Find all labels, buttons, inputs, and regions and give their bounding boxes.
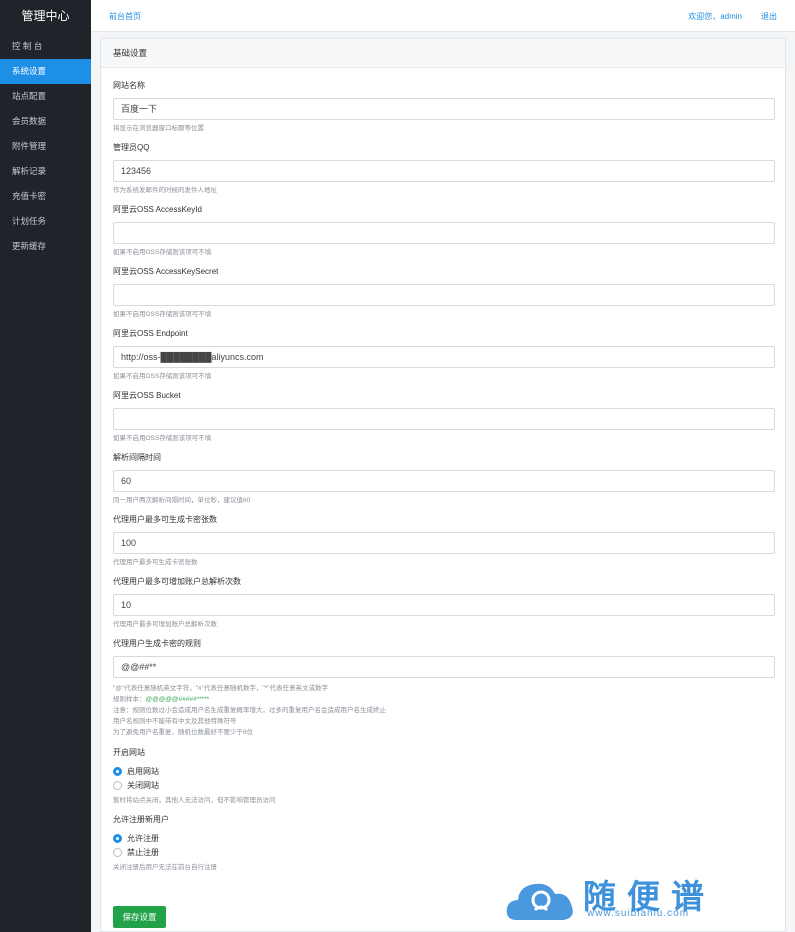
oss-key-id-input[interactable] [113, 222, 775, 244]
sidebar-item-attachments[interactable]: 附件管理 [0, 134, 91, 159]
allow-register-option-allow[interactable]: 允许注册 [113, 831, 773, 845]
site-name-input[interactable]: 百度一下 [113, 98, 775, 120]
agent-max-parse-input[interactable]: 10 [113, 594, 775, 616]
card-rule-help-sample: 规则样本：@@@@@#####***** [113, 694, 773, 705]
site-open-close-label: 关闭网站 [127, 780, 159, 790]
card-rule-help-no-chinese: 用户名规则中不能带有中文及其他特殊符号 [113, 718, 237, 725]
allow-register-forbid-label: 禁止注册 [127, 847, 159, 857]
field-agent-max-parse: 代理用户最多可增加账户总解析次数 10 代理用户最多可增加账户总解析次数 [113, 576, 775, 629]
card-rule-sample-prefix: 规则样本： [113, 696, 146, 703]
field-card-rule: 代理用户生成卡密的规则 @@##** "@"代表任意随机英文字符，"#"代表任意… [113, 638, 775, 738]
sidebar-menu: 控 制 台 系统设置 站点配置 会员数据 附件管理 解析记录 充值卡密 计划任务… [0, 34, 91, 259]
sidebar-item-recharge-cards[interactable]: 充值卡密 [0, 184, 91, 209]
radio-checked-icon [113, 833, 122, 843]
oss-bucket-label: 阿里云OSS Bucket [113, 391, 181, 400]
panel-title: 基础设置 [101, 39, 785, 68]
card-rule-input[interactable]: @@##** [113, 656, 775, 678]
cloud-logo-icon [506, 883, 573, 920]
field-oss-key-secret: 阿里云OSS AccessKeySecret 如果不启用OSS存储则该项可不填 [113, 266, 775, 319]
sidebar-item-site-config[interactable]: 站点配置 [0, 84, 91, 109]
allow-register-option-forbid[interactable]: 禁止注册 [113, 845, 773, 859]
oss-bucket-input[interactable] [113, 408, 775, 430]
oss-endpoint-help: 如果不启用OSS存储则该项可不填 [113, 373, 212, 380]
oss-key-secret-label: 阿里云OSS AccessKeySecret [113, 267, 219, 276]
sidebar-item-system-settings[interactable]: 系统设置 [0, 59, 91, 84]
oss-endpoint-label: 阿里云OSS Endpoint [113, 329, 188, 338]
logout-link[interactable]: 退出 [761, 11, 777, 22]
radio-checked-icon [113, 766, 122, 776]
sidebar: 管理中心 控 制 台 系统设置 站点配置 会员数据 附件管理 解析记录 充值卡密… [0, 0, 91, 932]
sidebar-brand: 管理中心 [21, 9, 70, 23]
agent-max-cards-help: 代理用户最多可生成卡密张数 [113, 559, 198, 566]
agent-max-cards-label: 代理用户最多可生成卡密张数 [113, 515, 217, 524]
allow-register-label: 允许注册新用户 [113, 815, 169, 824]
admin-qq-input[interactable]: 123456 [113, 160, 775, 182]
field-agent-max-cards: 代理用户最多可生成卡密张数 100 代理用户最多可生成卡密张数 [113, 514, 775, 567]
field-site-name: 网站名称 百度一下 将显示在浏览器窗口标题等位置 [113, 80, 775, 133]
allow-register-allow-label: 允许注册 [127, 833, 159, 843]
field-site-open: 开启网站 启用网站 关闭网站 暂时将站点关闭，其他人无法访问，但不影响管理员访问 [113, 747, 773, 805]
agent-max-parse-label: 代理用户最多可增加账户总解析次数 [113, 577, 241, 586]
field-parse-interval: 解析间隔时间 60 同一用户两次解析间隔时间，单位秒，建议值60 [113, 452, 775, 505]
field-allow-register: 允许注册新用户 允许注册 禁止注册 关闭注册后用户无法在前台自行注册 [113, 814, 773, 872]
field-oss-bucket: 阿里云OSS Bucket 如果不启用OSS存储则该项可不填 [113, 390, 775, 443]
oss-endpoint-input[interactable]: http://oss-████████aliyuncs.com [113, 346, 775, 368]
sidebar-item-members[interactable]: 会员数据 [0, 109, 91, 134]
site-open-enable-label: 启用网站 [127, 766, 159, 776]
settings-form: 网站名称 百度一下 将显示在浏览器窗口标题等位置 管理员QQ 123456 作为… [101, 80, 785, 872]
oss-key-id-label: 阿里云OSS AccessKeyId [113, 205, 202, 214]
site-name-help: 将显示在浏览器窗口标题等位置 [113, 125, 204, 132]
field-oss-key-id: 阿里云OSS AccessKeyId 如果不启用OSS存储则该项可不填 [113, 204, 775, 257]
parse-interval-input[interactable]: 60 [113, 470, 775, 492]
frontend-home-link[interactable]: 前台首页 [109, 11, 141, 22]
card-rule-help-min-length: 为了避免用户名重复，随机位数最好不要少于8位 [113, 729, 254, 736]
site-open-help: 暂时将站点关闭，其他人无法访问，但不影响管理员访问 [113, 797, 276, 804]
oss-key-secret-help: 如果不启用OSS存储则该项可不填 [113, 311, 212, 318]
card-rule-help-note: 注意：规则位数过小会造成用户名生成重复概率增大，过多的重复用户名会造成用户名生成… [113, 707, 386, 714]
radio-unchecked-icon [113, 847, 122, 857]
field-admin-qq: 管理员QQ 123456 作为系统发邮件的时候的发件人地址 [113, 142, 775, 195]
sidebar-item-scheduled-tasks[interactable]: 计划任务 [0, 209, 91, 234]
card-rule-sample-value: @@@@@#####***** [145, 696, 210, 703]
site-open-label: 开启网站 [113, 748, 145, 757]
top-bar: 前台首页 欢迎您，admin 退出 [91, 0, 795, 32]
sidebar-item-update-cache[interactable]: 更新缓存 [0, 234, 91, 259]
parse-interval-label: 解析间隔时间 [113, 453, 161, 462]
admin-qq-help: 作为系统发邮件的时候的发件人地址 [113, 187, 217, 194]
sidebar-item-parse-log[interactable]: 解析记录 [0, 159, 91, 184]
oss-bucket-help: 如果不启用OSS存储则该项可不填 [113, 435, 212, 442]
agent-max-parse-help: 代理用户最多可增加账户总解析次数 [113, 621, 217, 628]
sidebar-item-dashboard[interactable]: 控 制 台 [0, 34, 91, 59]
card-rule-help: "@"代表任意随机英文字符，"#"代表任意随机数字，"*"代表任意英文或数字 规… [113, 683, 773, 738]
card-rule-label: 代理用户生成卡密的规则 [113, 639, 201, 648]
welcome-user-link[interactable]: 欢迎您，admin [688, 11, 742, 22]
save-settings-button[interactable]: 保存设置 [113, 906, 166, 928]
card-rule-help-symbols: "@"代表任意随机英文字符，"#"代表任意随机数字，"*"代表任意英文或数字 [113, 685, 329, 692]
oss-key-id-help: 如果不启用OSS存储则该项可不填 [113, 249, 212, 256]
watermark: 随便谱 www.suibianlu.com [505, 874, 787, 926]
site-open-radio-group: 启用网站 关闭网站 [113, 764, 773, 792]
parse-interval-help: 同一用户两次解析间隔时间，单位秒，建议值60 [113, 497, 251, 504]
site-name-label: 网站名称 [113, 81, 145, 90]
field-oss-endpoint: 阿里云OSS Endpoint http://oss-████████aliyu… [113, 328, 775, 381]
agent-max-cards-input[interactable]: 100 [113, 532, 775, 554]
radio-unchecked-icon [113, 780, 122, 790]
settings-panel: 基础设置 网站名称 百度一下 将显示在浏览器窗口标题等位置 管理员QQ 1234… [100, 38, 786, 932]
site-open-option-close[interactable]: 关闭网站 [113, 778, 773, 792]
site-open-option-enable[interactable]: 启用网站 [113, 764, 773, 778]
admin-qq-label: 管理员QQ [113, 143, 150, 152]
oss-key-secret-input[interactable] [113, 284, 775, 306]
watermark-url: www.suibianlu.com [587, 908, 690, 919]
allow-register-radio-group: 允许注册 禁止注册 [113, 831, 773, 859]
